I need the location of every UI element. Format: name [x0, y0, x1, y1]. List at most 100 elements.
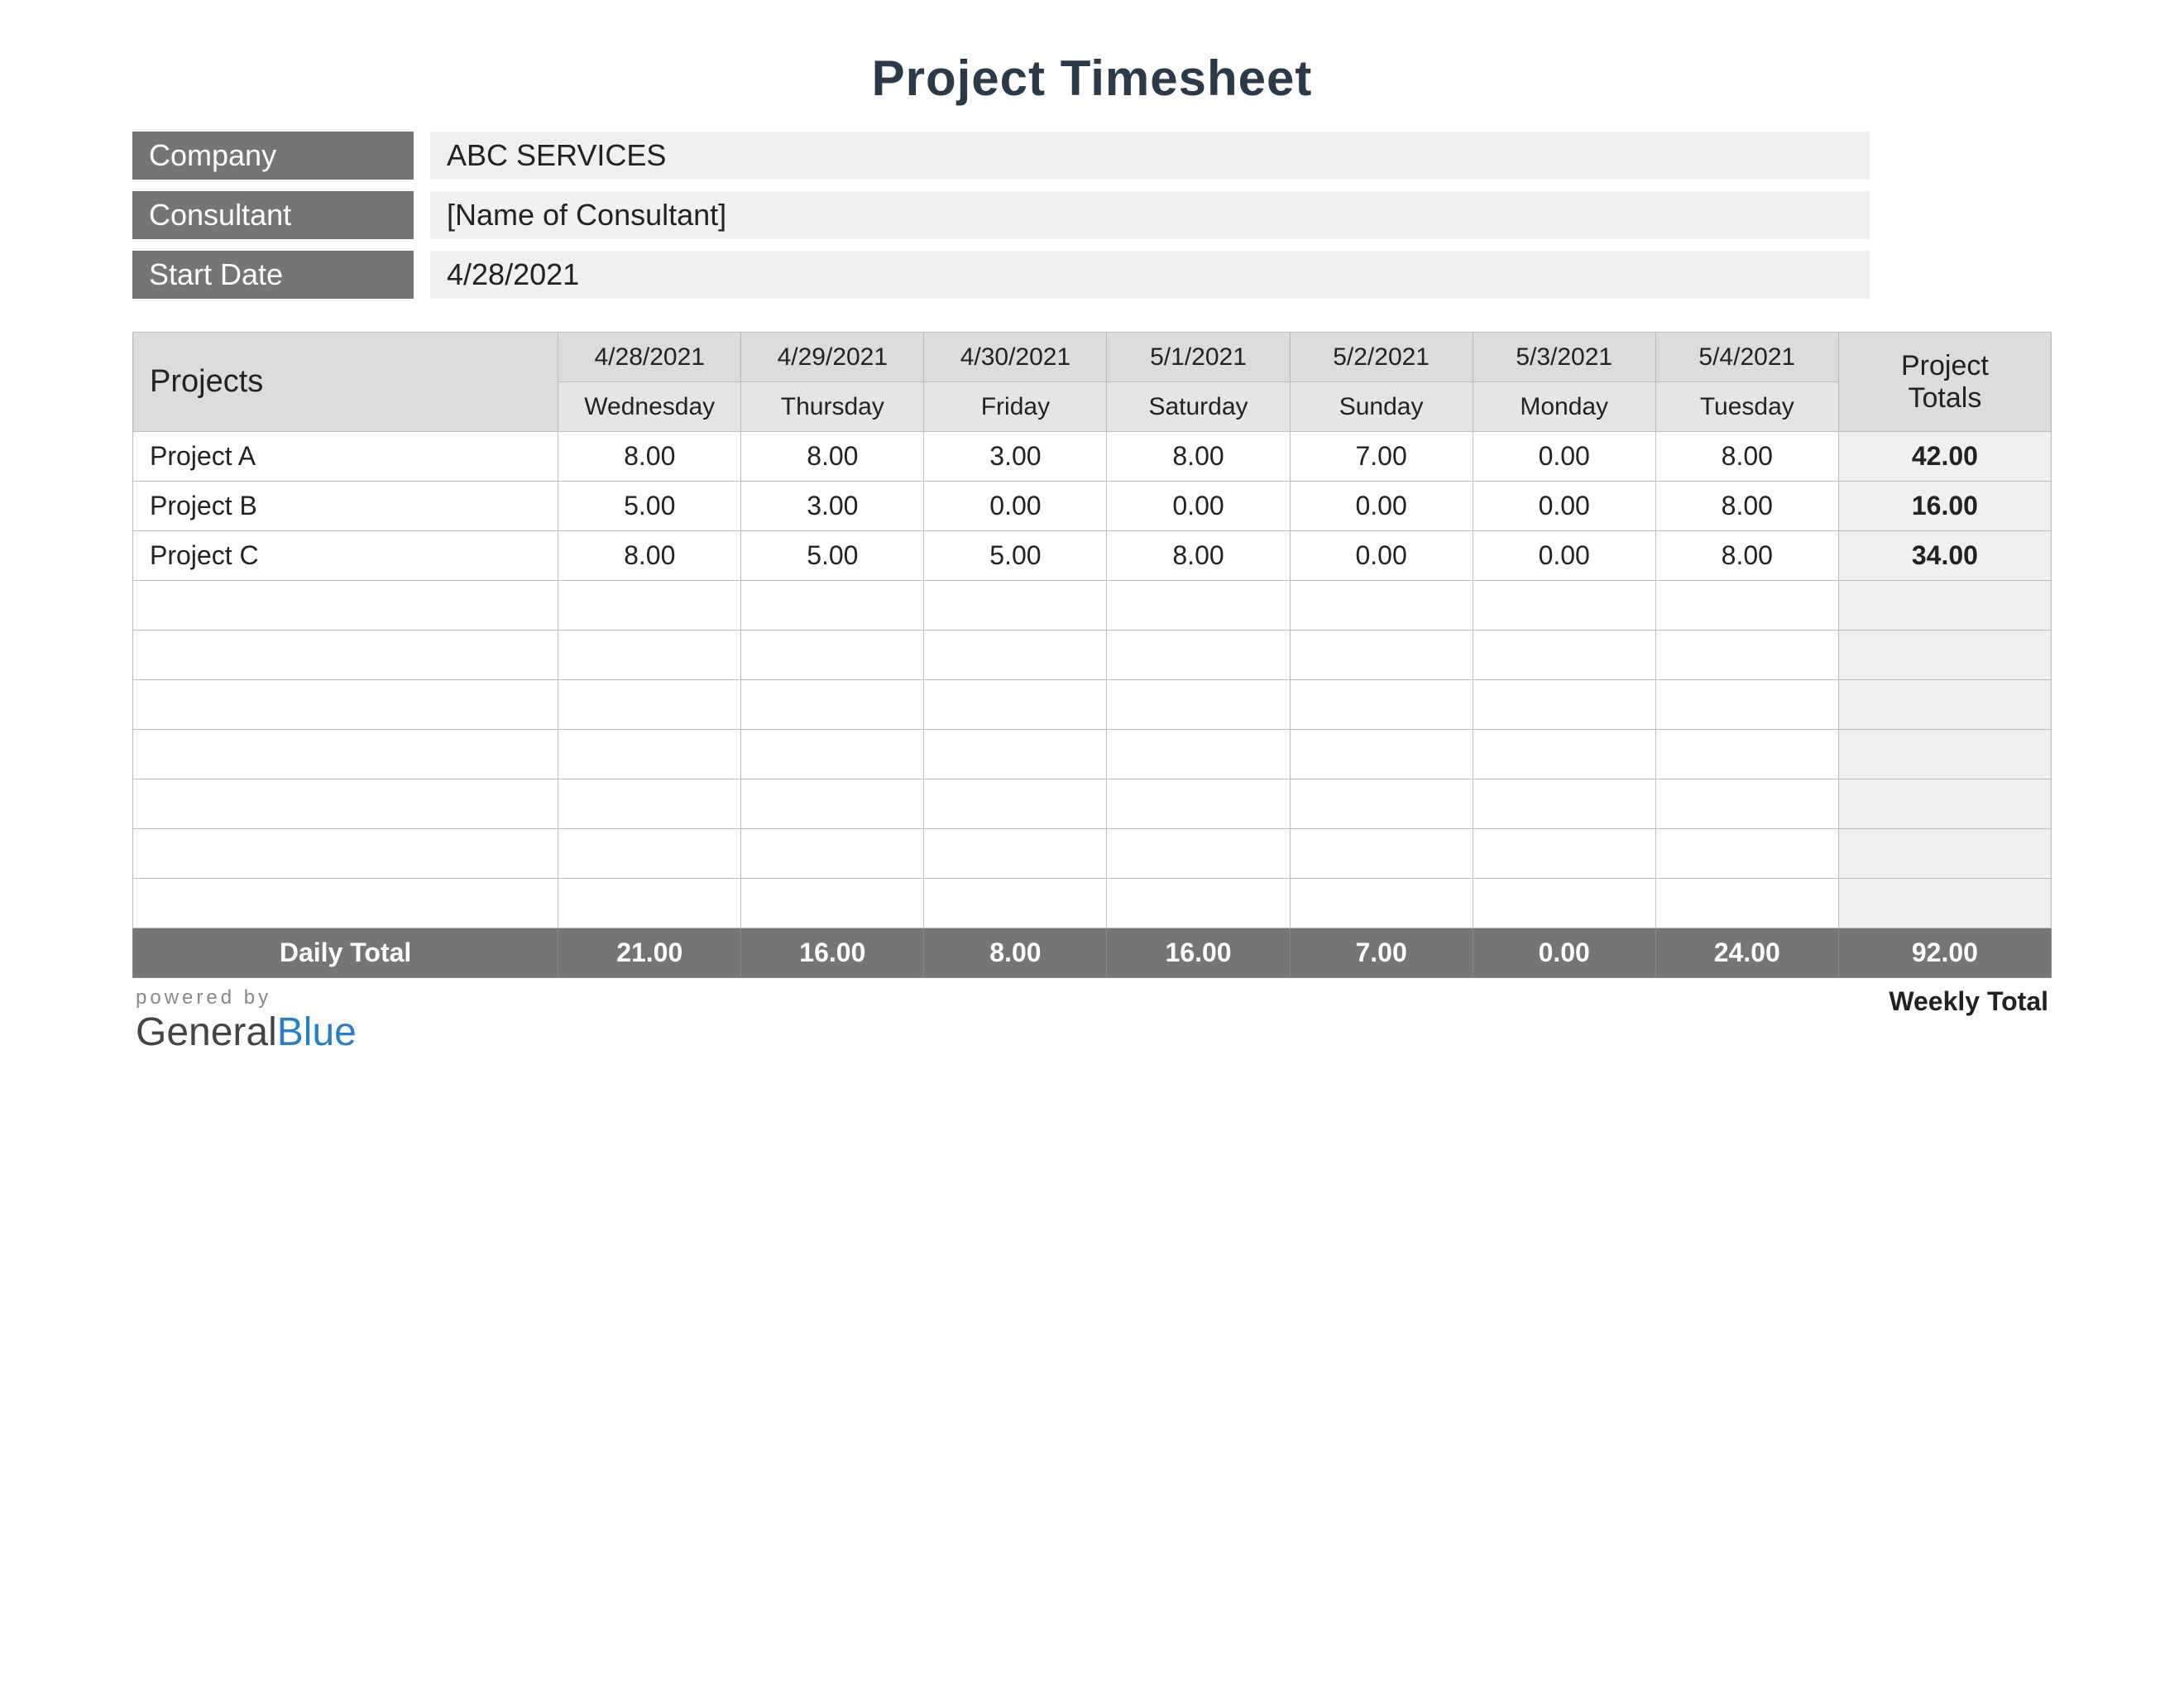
hours-cell[interactable]	[1107, 730, 1290, 779]
project-name-cell[interactable]	[133, 730, 558, 779]
hours-cell[interactable]	[1473, 779, 1655, 829]
project-name-cell[interactable]: Project A	[133, 432, 558, 482]
hours-cell[interactable]	[558, 730, 741, 779]
hours-cell[interactable]	[1290, 680, 1473, 730]
hours-cell[interactable]	[1473, 680, 1655, 730]
hours-cell[interactable]	[558, 879, 741, 928]
header-day: Thursday	[741, 382, 924, 432]
brand-block: powered by GeneralBlue	[136, 986, 357, 1055]
hours-cell[interactable]	[741, 581, 924, 631]
hours-cell[interactable]	[924, 779, 1107, 829]
hours-cell[interactable]	[1655, 879, 1838, 928]
hours-cell[interactable]: 0.00	[1473, 531, 1655, 581]
hours-cell[interactable]	[741, 879, 924, 928]
hours-cell[interactable]: 5.00	[924, 531, 1107, 581]
hours-cell[interactable]: 8.00	[1107, 432, 1290, 482]
hours-cell[interactable]	[741, 779, 924, 829]
page-title: Project Timesheet	[132, 50, 2052, 107]
hours-cell[interactable]	[924, 581, 1107, 631]
hours-cell[interactable]: 8.00	[1107, 531, 1290, 581]
hours-cell[interactable]: 0.00	[1473, 482, 1655, 531]
header-day: Saturday	[1107, 382, 1290, 432]
daily-total-cell: 21.00	[558, 928, 741, 978]
hours-cell[interactable]: 8.00	[558, 531, 741, 581]
header-day: Friday	[924, 382, 1107, 432]
hours-cell[interactable]: 7.00	[1290, 432, 1473, 482]
hours-cell[interactable]	[924, 730, 1107, 779]
grand-total-cell: 92.00	[1838, 928, 2051, 978]
hours-cell[interactable]: 8.00	[1655, 531, 1838, 581]
hours-cell[interactable]: 3.00	[924, 432, 1107, 482]
hours-cell[interactable]	[1107, 680, 1290, 730]
hours-cell[interactable]: 0.00	[1473, 432, 1655, 482]
hours-cell[interactable]	[1655, 829, 1838, 879]
hours-cell[interactable]: 0.00	[924, 482, 1107, 531]
hours-cell[interactable]	[1655, 730, 1838, 779]
hours-cell[interactable]	[1290, 829, 1473, 879]
hours-cell[interactable]	[924, 680, 1107, 730]
table-header: Projects 4/28/2021 4/29/2021 4/30/2021 5…	[133, 333, 2052, 432]
hours-cell[interactable]: 0.00	[1290, 482, 1473, 531]
daily-total-cell: 0.00	[1473, 928, 1655, 978]
hours-cell[interactable]: 8.00	[558, 432, 741, 482]
hours-cell[interactable]	[1107, 779, 1290, 829]
hours-cell[interactable]	[558, 829, 741, 879]
hours-cell[interactable]	[1655, 631, 1838, 680]
hours-cell[interactable]	[741, 680, 924, 730]
hours-cell[interactable]	[1107, 631, 1290, 680]
hours-cell[interactable]	[558, 581, 741, 631]
project-name-cell[interactable]	[133, 680, 558, 730]
startdate-value[interactable]: 4/28/2021	[430, 251, 1870, 299]
hours-cell[interactable]	[1290, 581, 1473, 631]
hours-cell[interactable]	[1107, 581, 1290, 631]
hours-cell[interactable]	[1290, 879, 1473, 928]
hours-cell[interactable]	[1655, 779, 1838, 829]
hours-cell[interactable]	[741, 631, 924, 680]
company-value[interactable]: ABC SERVICES	[430, 132, 1870, 180]
hours-cell[interactable]	[741, 829, 924, 879]
hours-cell[interactable]: 8.00	[1655, 482, 1838, 531]
header-totals: Project Totals	[1838, 333, 2051, 432]
table-body: Project A8.008.003.008.007.000.008.0042.…	[133, 432, 2052, 928]
hours-cell[interactable]: 8.00	[741, 432, 924, 482]
hours-cell[interactable]: 5.00	[741, 531, 924, 581]
header-date: 5/3/2021	[1473, 333, 1655, 382]
project-name-cell[interactable]	[133, 779, 558, 829]
hours-cell[interactable]	[558, 779, 741, 829]
consultant-row: Consultant [Name of Consultant]	[132, 191, 2052, 239]
hours-cell[interactable]	[741, 730, 924, 779]
consultant-value[interactable]: [Name of Consultant]	[430, 191, 1870, 239]
hours-cell[interactable]: 0.00	[1290, 531, 1473, 581]
hours-cell[interactable]	[1473, 879, 1655, 928]
hours-cell[interactable]	[1655, 581, 1838, 631]
hours-cell[interactable]	[1473, 829, 1655, 879]
hours-cell[interactable]	[558, 631, 741, 680]
project-name-cell[interactable]	[133, 829, 558, 879]
project-name-cell[interactable]	[133, 879, 558, 928]
hours-cell[interactable]	[924, 829, 1107, 879]
hours-cell[interactable]: 5.00	[558, 482, 741, 531]
brand-logo: GeneralBlue	[136, 1009, 357, 1055]
daily-total-cell: 8.00	[924, 928, 1107, 978]
hours-cell[interactable]	[924, 879, 1107, 928]
hours-cell[interactable]	[1473, 730, 1655, 779]
hours-cell[interactable]	[1473, 631, 1655, 680]
hours-cell[interactable]	[1473, 581, 1655, 631]
hours-cell[interactable]	[1290, 730, 1473, 779]
hours-cell[interactable]	[1290, 779, 1473, 829]
hours-cell[interactable]	[1290, 631, 1473, 680]
project-name-cell[interactable]: Project C	[133, 531, 558, 581]
table-row	[133, 779, 2052, 829]
hours-cell[interactable]	[924, 631, 1107, 680]
hours-cell[interactable]	[1107, 879, 1290, 928]
hours-cell[interactable]: 0.00	[1107, 482, 1290, 531]
hours-cell[interactable]	[1107, 829, 1290, 879]
hours-cell[interactable]	[558, 680, 741, 730]
hours-cell[interactable]: 3.00	[741, 482, 924, 531]
hours-cell[interactable]: 8.00	[1655, 432, 1838, 482]
project-name-cell[interactable]: Project B	[133, 482, 558, 531]
project-total-cell: 16.00	[1838, 482, 2051, 531]
hours-cell[interactable]	[1655, 680, 1838, 730]
project-name-cell[interactable]	[133, 581, 558, 631]
project-name-cell[interactable]	[133, 631, 558, 680]
